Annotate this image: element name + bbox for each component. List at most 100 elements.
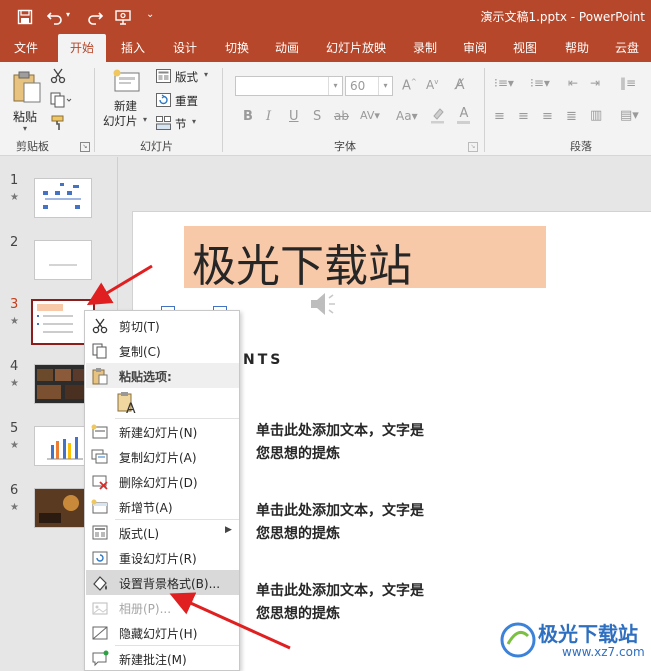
menu-item-format-background[interactable]: 设置背景格式(B)... bbox=[86, 570, 239, 595]
menu-item-cut[interactable]: 剪切(T) bbox=[86, 313, 239, 338]
clear-formatting-icon[interactable]: A̸ bbox=[455, 77, 465, 93]
tab-animations[interactable]: 动画 bbox=[266, 34, 308, 62]
character-spacing-icon[interactable]: AV▾ bbox=[360, 109, 380, 122]
menu-item-copy[interactable]: 复制(C) bbox=[86, 338, 239, 363]
new-slide-button[interactable]: 新建 幻灯片 ▾ bbox=[100, 68, 152, 134]
menu-item-new-comment[interactable]: 新建批注(M) bbox=[86, 646, 239, 671]
menu-item-reset-slide[interactable]: 重设幻灯片(R) bbox=[86, 545, 239, 570]
tab-help[interactable]: 帮助 bbox=[556, 34, 598, 62]
clipboard-launcher-icon[interactable]: ↘ bbox=[80, 142, 90, 152]
align-left-icon[interactable]: ≡ bbox=[494, 109, 505, 124]
undo-dropdown-icon[interactable]: ▾ bbox=[66, 10, 70, 19]
copy-icon bbox=[92, 343, 107, 359]
menu-item-hide-slide[interactable]: 隐藏幻灯片(H) bbox=[86, 620, 239, 645]
slide-number: 5 bbox=[10, 421, 19, 436]
context-menu: 剪切(T) 复制(C) 粘贴选项: A 新建幻灯片(N) 复制幻灯片(A) 删除… bbox=[84, 310, 240, 671]
menu-item-delete-slide[interactable]: 删除幻灯片(D) bbox=[86, 469, 239, 494]
font-group-label: 字体 bbox=[334, 140, 356, 153]
slide-thumbnail-1[interactable] bbox=[34, 178, 92, 218]
ribbon-tabs: 文件 开始 插入 设计 切换 动画 幻灯片放映 录制 审阅 视图 帮助 云盘 bbox=[0, 34, 651, 62]
layout-dropdown-icon: ▾ bbox=[204, 70, 209, 79]
tab-view[interactable]: 视图 bbox=[504, 34, 546, 62]
menu-item-label: 粘贴选项: bbox=[119, 370, 172, 384]
font-launcher-icon[interactable]: ↘ bbox=[468, 142, 478, 152]
tab-insert[interactable]: 插入 bbox=[112, 34, 154, 62]
tab-slideshow[interactable]: 幻灯片放映 bbox=[318, 34, 394, 62]
photo-album-icon bbox=[92, 602, 108, 615]
paste-dropdown-icon[interactable]: ▾ bbox=[23, 124, 27, 133]
tab-home[interactable]: 开始 bbox=[58, 34, 106, 62]
new-slide-dropdown-icon[interactable]: ▾ bbox=[143, 115, 147, 124]
submenu-arrow-icon: ▶ bbox=[225, 525, 232, 535]
reset-button[interactable]: 重置 bbox=[156, 92, 214, 110]
numbering-icon[interactable]: ⁝≡▾ bbox=[530, 76, 550, 90]
layout-button[interactable]: 版式 ▾ bbox=[156, 68, 214, 86]
watermark: 极光下载站 www.xz7.com bbox=[500, 614, 650, 668]
cut-icon[interactable] bbox=[50, 68, 68, 86]
menu-item-new-slide[interactable]: 新建幻灯片(N) bbox=[86, 419, 239, 444]
underline-button[interactable]: U bbox=[289, 109, 299, 124]
paste-button[interactable]: 粘贴 ▾ bbox=[10, 68, 44, 134]
distribute-icon[interactable]: ▥ bbox=[590, 108, 602, 123]
audio-icon[interactable] bbox=[307, 288, 347, 320]
menu-item-layout[interactable]: 版式(L) ▶ bbox=[86, 520, 239, 545]
paste-icon bbox=[13, 71, 41, 103]
redo-icon[interactable] bbox=[84, 6, 106, 28]
copy-icon[interactable] bbox=[50, 92, 74, 110]
bullets-icon[interactable]: ⁝≡▾ bbox=[494, 76, 514, 90]
decrease-font-icon[interactable]: Av bbox=[426, 78, 438, 92]
font-name-input[interactable]: ▾ bbox=[235, 76, 343, 96]
customize-qat-icon[interactable]: ⌄ bbox=[146, 9, 154, 20]
paste-keep-text-only-icon[interactable]: A bbox=[117, 391, 139, 417]
columns-icon[interactable]: ▤▾ bbox=[620, 108, 639, 123]
slide-thumbnail-2[interactable] bbox=[34, 240, 92, 280]
paste-label: 粘贴 bbox=[13, 110, 38, 124]
section-icon bbox=[156, 116, 171, 130]
italic-button[interactable]: I bbox=[266, 109, 271, 124]
reset-icon bbox=[156, 93, 171, 107]
bullet-text-3[interactable]: 单击此处添加文本，文字是 您思想的提炼 bbox=[256, 580, 424, 626]
tab-transitions[interactable]: 切换 bbox=[216, 34, 258, 62]
animation-star-icon: ★ bbox=[10, 316, 19, 327]
contents-heading: NTS bbox=[243, 352, 284, 368]
format-painter-icon[interactable] bbox=[50, 115, 68, 133]
justify-icon[interactable]: ≣ bbox=[566, 109, 577, 124]
font-color-icon[interactable]: A bbox=[456, 106, 472, 126]
undo-icon[interactable] bbox=[44, 6, 66, 28]
bold-button[interactable]: B bbox=[243, 109, 253, 124]
slide-title-box[interactable]: 极光下载站 bbox=[184, 226, 546, 292]
ribbon-separator bbox=[484, 68, 485, 152]
bullet-text-2[interactable]: 单击此处添加文本，文字是 您思想的提炼 bbox=[256, 500, 424, 546]
line-spacing-icon[interactable]: ‖≡ bbox=[620, 76, 636, 90]
save-icon[interactable] bbox=[14, 6, 36, 28]
watermark-name: 极光下载站 bbox=[538, 622, 638, 646]
align-right-icon[interactable]: ≡ bbox=[542, 109, 553, 124]
ribbon: 粘贴 ▾ 剪贴板 ↘ 新建 幻灯片 ▾ 版式 ▾ 重置 节 ▾ 幻灯片 ▾ 60… bbox=[0, 62, 651, 156]
shadow-button[interactable]: S bbox=[313, 109, 321, 124]
paragraph-group-label: 段落 bbox=[570, 140, 592, 153]
start-slideshow-icon[interactable] bbox=[112, 6, 134, 28]
tab-record[interactable]: 录制 bbox=[404, 34, 446, 62]
menu-item-duplicate-slide[interactable]: 复制幻灯片(A) bbox=[86, 444, 239, 469]
slide-title: 极光下载站 bbox=[192, 241, 412, 292]
chevron-down-icon: ▾ bbox=[378, 77, 392, 95]
increase-indent-icon[interactable]: ⇥ bbox=[590, 76, 600, 90]
change-case-icon[interactable]: Aa▾ bbox=[396, 109, 418, 123]
font-size-input[interactable]: 60 ▾ bbox=[345, 76, 393, 96]
menu-item-label: 新建幻灯片(N) bbox=[119, 426, 198, 440]
align-center-icon[interactable]: ≡ bbox=[518, 109, 529, 124]
increase-font-icon[interactable]: A^ bbox=[402, 78, 417, 93]
decrease-indent-icon[interactable]: ⇤ bbox=[568, 76, 578, 90]
tab-review[interactable]: 审阅 bbox=[454, 34, 496, 62]
bullet-text-1[interactable]: 单击此处添加文本，文字是 您思想的提炼 bbox=[256, 420, 424, 466]
new-slide-icon bbox=[113, 69, 140, 92]
highlight-icon[interactable] bbox=[430, 106, 446, 126]
menu-item-add-section[interactable]: 新增节(A) bbox=[86, 494, 239, 519]
section-button[interactable]: 节 ▾ bbox=[156, 115, 214, 133]
tab-cloud[interactable]: 云盘 bbox=[606, 34, 648, 62]
hide-slide-icon bbox=[92, 626, 108, 640]
strikethrough-button[interactable]: ab bbox=[334, 109, 349, 123]
menu-item-photo-album[interactable]: 相册(P)... bbox=[86, 595, 239, 620]
tab-file[interactable]: 文件 bbox=[4, 34, 48, 62]
tab-design[interactable]: 设计 bbox=[164, 34, 206, 62]
